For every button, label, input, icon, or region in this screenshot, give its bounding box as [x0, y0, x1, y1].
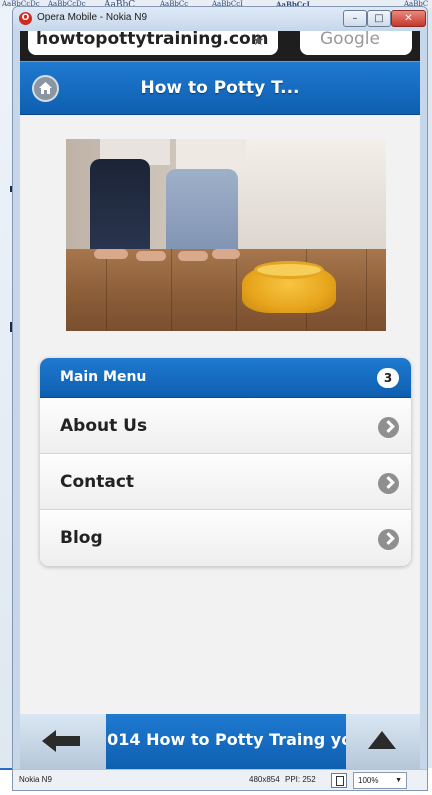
menu-item-contact[interactable]: Contact — [40, 454, 411, 510]
ppi-readout: PPI: 252 — [285, 775, 316, 784]
hero-photo — [66, 139, 386, 331]
list-divider: Main Menu 3 — [40, 358, 411, 398]
up-arrow-icon — [368, 731, 396, 749]
list-divider-label: Main Menu — [60, 369, 147, 385]
photo-legs-left — [90, 159, 150, 255]
photo-potty-rim — [254, 261, 324, 279]
phone-viewport: howtopottytraining.com ★ Google How to P… — [20, 31, 420, 769]
chevron-down-icon: ▼ — [395, 777, 402, 784]
photo-floor-plank — [171, 249, 172, 331]
address-text: howtopottytraining.com — [36, 31, 269, 49]
photo-floor-plank — [106, 249, 107, 331]
menu-item-about-us[interactable]: About Us — [40, 398, 411, 454]
menu-item-label: About Us — [60, 416, 148, 436]
rotate-button[interactable] — [331, 773, 347, 788]
page-title: How to Potty T... — [140, 78, 300, 98]
desktop-underline — [0, 768, 12, 770]
bookmark-star-icon[interactable]: ★ — [252, 33, 265, 49]
photo-floor-plank — [236, 249, 237, 331]
minimize-button[interactable]: – — [343, 10, 367, 27]
window-titlebar[interactable]: O Opera Mobile - Nokia N9 – □ ✕ — [13, 7, 427, 31]
zoom-value: 100% — [358, 776, 379, 785]
home-icon — [39, 82, 52, 94]
chevron-right-icon — [378, 473, 399, 494]
chevron-right-icon — [378, 417, 399, 438]
photo-foot — [94, 249, 128, 259]
count-badge: 3 — [377, 368, 399, 388]
photo-legs-right — [166, 169, 238, 255]
search-field-text: Google — [320, 31, 380, 49]
resolution-readout: 480x854 — [249, 775, 280, 784]
close-button[interactable]: ✕ — [391, 10, 426, 27]
zoom-select[interactable]: 100% ▼ — [353, 772, 407, 789]
photo-floor-plank — [366, 249, 367, 331]
browser-address-area: howtopottytraining.com ★ Google — [20, 31, 420, 61]
home-button[interactable] — [32, 75, 59, 102]
photo-floor — [66, 249, 386, 331]
window-title: Opera Mobile - Nokia N9 — [37, 12, 148, 23]
menu-item-label: Contact — [60, 472, 135, 492]
desktop-background-left — [0, 8, 12, 768]
back-arrow-icon — [42, 730, 80, 752]
footer-bar: ©2014 How to Potty Traing your Kids — [20, 714, 420, 769]
chevron-right-icon — [378, 529, 399, 550]
opera-logo-icon: O — [19, 12, 32, 25]
emulator-status-bar: Nokia N9 480x854 PPI: 252 100% ▼ — [13, 769, 427, 790]
emulator-window: O Opera Mobile - Nokia N9 – □ ✕ howtopot… — [12, 6, 428, 791]
maximize-button[interactable]: □ — [367, 10, 391, 27]
device-name: Nokia N9 — [19, 775, 52, 784]
photo-shirt-right — [176, 139, 246, 169]
menu-item-label: Blog — [60, 528, 103, 548]
back-button[interactable] — [20, 714, 106, 769]
photo-foot — [178, 251, 208, 261]
footer-text: ©2014 How to Potty Traing your Kids — [80, 730, 350, 749]
scroll-up-button[interactable] — [346, 714, 420, 769]
photo-foot — [212, 249, 240, 259]
menu-item-blog[interactable]: Blog — [40, 510, 411, 566]
main-menu-list: Main Menu 3 About Us Contact Blog — [40, 358, 411, 566]
page-header: How to Potty T... — [20, 61, 420, 115]
photo-foot — [136, 251, 166, 261]
